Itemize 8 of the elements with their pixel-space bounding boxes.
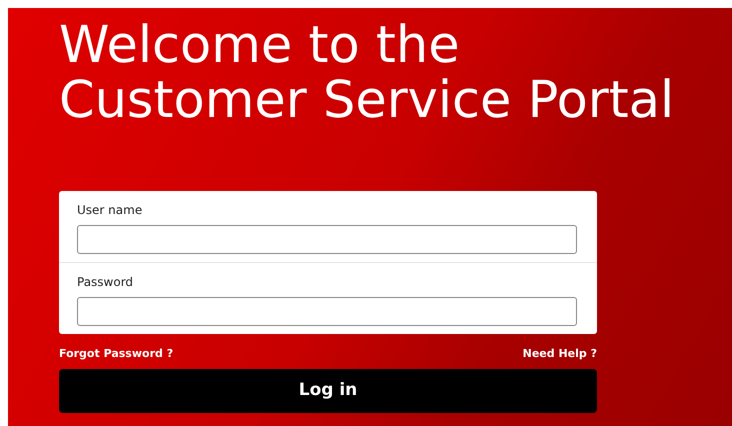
input-field[interactable] [77,225,577,254]
help-link[interactable]: Need Help ? [522,346,597,362]
field-label: User name [77,202,144,219]
field-label: Password [77,274,134,291]
page-heading: Welcome to the Customer Service Portal [59,18,676,128]
forgot-password-link[interactable]: Forgot Password ? [59,346,174,362]
input-field[interactable] [77,297,577,326]
login-button[interactable]: Log in [59,368,597,412]
